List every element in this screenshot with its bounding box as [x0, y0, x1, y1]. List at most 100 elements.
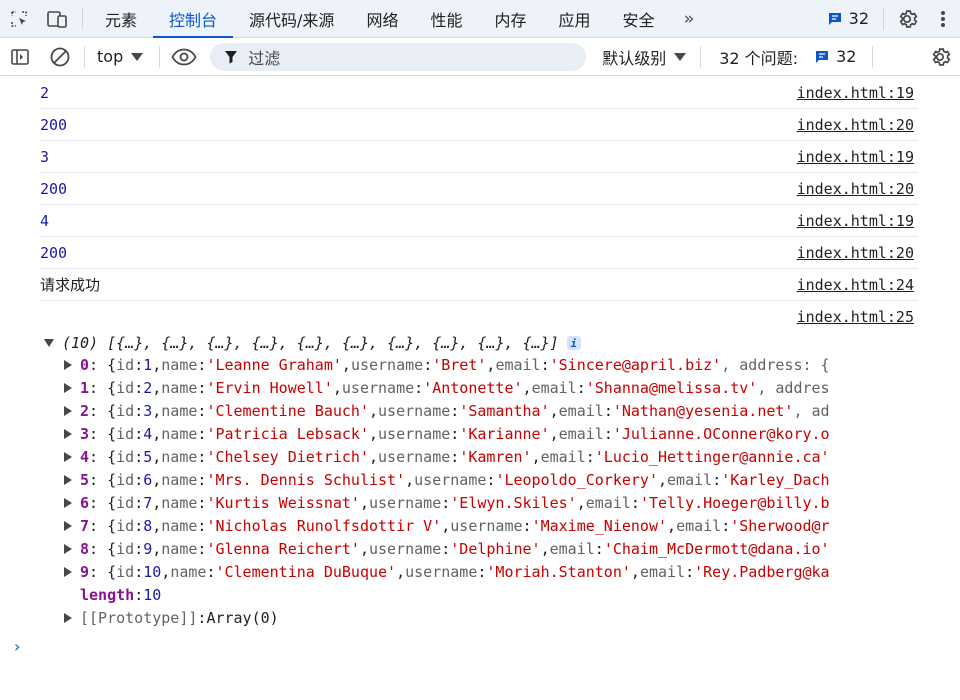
array-item-row[interactable]: 9: {id: 10, name: 'Clementina DuBuque', …	[64, 560, 924, 583]
punctuation: : {	[89, 424, 117, 443]
clear-console-icon[interactable]	[40, 38, 80, 76]
console-message-text: 2	[40, 83, 50, 102]
console-output: 2 index.html:19 200 index.html:20 3 index.htm…	[0, 77, 960, 700]
more-options-icon[interactable]	[926, 0, 960, 37]
info-icon[interactable]: i	[566, 336, 581, 350]
punctuation: ,	[667, 516, 677, 535]
property-value-number: 5	[143, 447, 153, 466]
caret-right-icon[interactable]	[64, 543, 72, 554]
console-settings-gear-icon[interactable]	[920, 38, 960, 76]
punctuation: ,	[549, 424, 559, 443]
property-key: username	[369, 493, 442, 512]
array-item-row[interactable]: 3: {id: 4, name: 'Patricia Lebsack', use…	[64, 422, 924, 445]
array-item-row[interactable]: 5: {id: 6, name: 'Mrs. Dennis Schulist',…	[64, 468, 924, 491]
source-link[interactable]: index.html:24	[797, 276, 914, 294]
punctuation: :	[134, 562, 144, 581]
property-key: name	[161, 424, 198, 443]
caret-right-icon[interactable]	[64, 474, 72, 485]
punctuation: ,	[152, 355, 162, 374]
more-tabs-icon[interactable]: ››	[671, 0, 705, 37]
property-key: username	[369, 539, 442, 558]
console-message-text: 200	[40, 179, 68, 198]
punctuation: ,	[341, 355, 351, 374]
array-summary: (10) [{…}, {…}, {…}, {…}, {…}, {…}, {…},…	[62, 334, 559, 352]
array-item-row[interactable]: 7: {id: 8, name: 'Nicholas Runolfsdottir…	[64, 514, 924, 537]
property-key: name	[161, 493, 198, 512]
punctuation: ,	[630, 562, 640, 581]
array-item-row[interactable]: 6: {id: 7, name: 'Kurtis Weissnat', user…	[64, 491, 924, 514]
tab-4[interactable]: 性能	[414, 0, 478, 37]
property-value-string: 'Nathan@yesenia.net'	[612, 401, 794, 420]
tab-5[interactable]: 内存	[478, 0, 542, 37]
punctuation: :	[414, 378, 424, 397]
filter-placeholder: 过滤	[248, 48, 281, 68]
punctuation: :	[721, 516, 731, 535]
punctuation: :	[197, 539, 207, 558]
sidebar-toggle-icon[interactable]	[0, 38, 40, 76]
property-value-number: 1	[143, 355, 153, 374]
punctuation: :	[540, 355, 550, 374]
punctuation: :	[134, 539, 144, 558]
punctuation: :	[134, 470, 144, 489]
context-select[interactable]: top	[89, 47, 155, 66]
array-item-row[interactable]: 4: {id: 5, name: 'Chelsey Dietrich', use…	[64, 445, 924, 468]
tab-2[interactable]: 源代码/来源	[233, 0, 350, 37]
device-toolbar-icon[interactable]	[38, 0, 76, 37]
source-link[interactable]: index.html:19	[797, 148, 914, 166]
live-expression-eye-icon[interactable]	[164, 38, 204, 76]
property-key: username	[378, 401, 451, 420]
caret-right-icon[interactable]	[64, 428, 72, 439]
gear-icon[interactable]	[888, 0, 926, 37]
tab-1[interactable]: 控制台	[153, 0, 234, 38]
source-link[interactable]: index.html:20	[797, 116, 914, 134]
punctuation: ,	[152, 424, 162, 443]
punctuation: :	[441, 493, 451, 512]
source-link[interactable]: index.html:25	[797, 308, 914, 326]
caret-right-icon[interactable]	[64, 359, 72, 370]
punctuation: :	[630, 493, 640, 512]
toolbar-divider	[84, 45, 85, 68]
caret-down-icon[interactable]	[44, 339, 54, 347]
issues-badge-button[interactable]: 32	[817, 9, 879, 28]
issues-count-button[interactable]: 32 个问题: 32	[719, 45, 856, 69]
inspect-element-icon[interactable]	[0, 0, 38, 37]
prototype-row[interactable]: [[Prototype]]: Array(0)	[64, 606, 924, 629]
console-message-row: 4 index.html:19	[40, 205, 918, 237]
filter-input[interactable]: 过滤	[210, 42, 587, 71]
caret-right-icon[interactable]	[64, 612, 72, 623]
property-value-string: 'Julianne.OConner@kory.o	[612, 424, 830, 443]
caret-right-icon[interactable]	[64, 497, 72, 508]
property-key: id	[116, 539, 135, 558]
punctuation: ,	[152, 401, 162, 420]
console-message-text: 请求成功	[40, 276, 101, 294]
console-prompt[interactable]: ›	[14, 637, 20, 656]
caret-right-icon[interactable]	[64, 382, 72, 393]
console-message-row: 200 index.html:20	[40, 109, 918, 141]
property-key: id	[116, 562, 135, 581]
source-link[interactable]: index.html:19	[797, 212, 914, 230]
caret-right-icon[interactable]	[64, 405, 72, 416]
tab-7[interactable]: 安全	[607, 0, 671, 37]
tab-0[interactable]: 元素	[89, 0, 153, 37]
array-item-row[interactable]: 2: {id: 3, name: 'Clementine Bauch', use…	[64, 399, 924, 422]
source-link[interactable]: index.html:20	[797, 244, 914, 262]
punctuation: :	[197, 378, 207, 397]
item-index: 4	[80, 447, 90, 466]
source-link[interactable]: index.html:20	[797, 180, 914, 198]
caret-right-icon[interactable]	[64, 566, 72, 577]
property-value-string: 'Moriah.Stanton'	[486, 562, 631, 581]
array-item-row[interactable]: 8: {id: 9, name: 'Glenna Reichert', user…	[64, 537, 924, 560]
array-summary-row[interactable]: (10) [{…}, {…}, {…}, {…}, {…}, {…}, {…},…	[44, 332, 581, 354]
property-key: name	[161, 447, 198, 466]
source-link[interactable]: index.html:19	[797, 84, 914, 102]
caret-right-icon[interactable]	[64, 451, 72, 462]
array-item-row[interactable]: 1: {id: 2, name: 'Ervin Howell', usernam…	[64, 376, 924, 399]
array-items: 0: {id: 1, name: 'Leanne Graham', userna…	[64, 353, 924, 629]
array-item-row[interactable]: 0: {id: 1, name: 'Leanne Graham', userna…	[64, 353, 924, 376]
punctuation: ,	[531, 447, 541, 466]
log-level-select[interactable]: 默认级别	[602, 45, 687, 69]
caret-right-icon[interactable]	[64, 520, 72, 531]
punctuation: ,	[369, 401, 379, 420]
tab-3[interactable]: 网络	[350, 0, 414, 37]
tab-6[interactable]: 应用	[542, 0, 606, 37]
